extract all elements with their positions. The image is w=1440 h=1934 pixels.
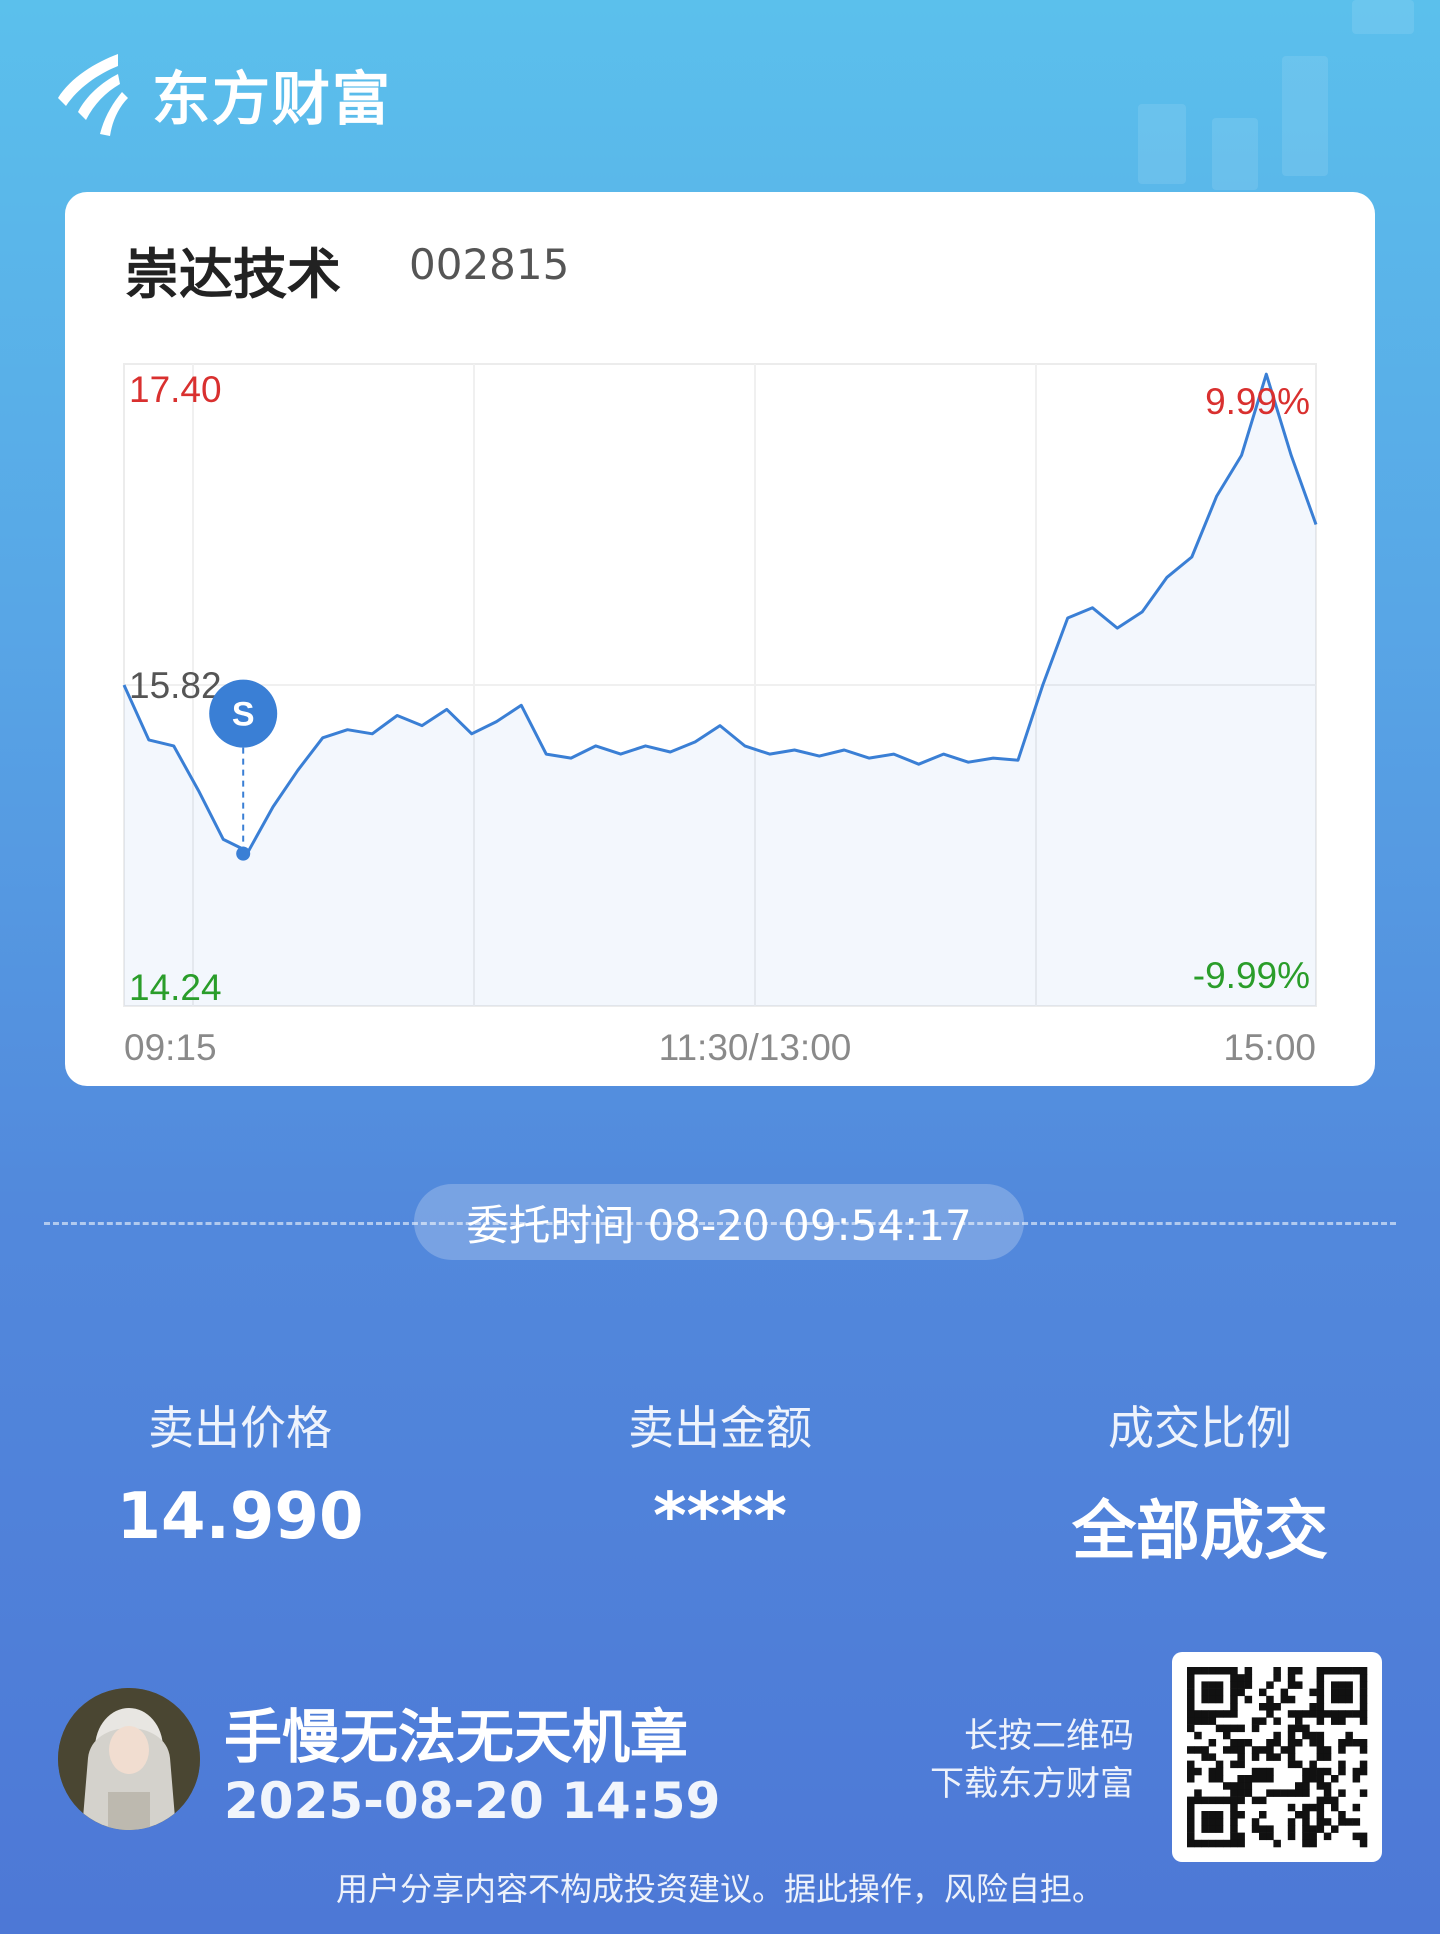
- stat-sell-price: 卖出价格 14.990: [60, 1392, 420, 1554]
- x-tick-midday: 11:30/13:00: [659, 1027, 852, 1068]
- pct-tick-bottom: -9.99%: [1193, 955, 1310, 996]
- stat-label: 卖出价格: [148, 1401, 332, 1455]
- background-candle-decoration: [1352, 0, 1414, 34]
- x-tick-close: 15:00: [1223, 1027, 1316, 1068]
- stat-value: 14.990: [116, 1480, 364, 1554]
- stat-label: 成交比例: [1108, 1401, 1292, 1455]
- x-tick-open: 09:15: [124, 1027, 217, 1068]
- order-time-badge: 委托时间 08-20 09:54:17: [414, 1184, 1024, 1260]
- pct-tick-top: 9.99%: [1205, 381, 1310, 422]
- stock-chart-card[interactable]: 崇达技术 002815 17.40 15.82 14.24 9.99% -9.9…: [65, 192, 1375, 1086]
- qr-hint: 长按二维码 下载东方财富: [930, 1712, 1134, 1808]
- stat-sell-amount: 卖出金额 ****: [540, 1392, 900, 1554]
- y-tick-top: 17.40: [129, 369, 222, 410]
- brand-header: 东方财富: [56, 52, 392, 136]
- stat-value: 全部成交: [1072, 1495, 1328, 1569]
- eastmoney-logo-icon: [58, 54, 128, 136]
- qr-hint-line: 下载东方财富: [930, 1764, 1134, 1804]
- share-timestamp: 2025-08-20 14:59: [224, 1772, 721, 1830]
- background-candle-decoration: [1212, 118, 1258, 190]
- user-avatar[interactable]: [58, 1688, 200, 1830]
- y-tick-mid: 15.82: [129, 665, 222, 706]
- sell-marker-dot: [236, 846, 251, 861]
- stat-value: ****: [653, 1480, 787, 1554]
- avatar-figure-icon: [58, 1688, 200, 1830]
- background-candle-decoration: [1138, 104, 1186, 184]
- background-candle-decoration: [1282, 56, 1328, 176]
- intraday-price-chart: 17.40 15.82 14.24 9.99% -9.99% 09:15 11:…: [122, 363, 1318, 1068]
- sell-marker-label: S: [232, 696, 255, 734]
- disclaimer-text: 用户分享内容不构成投资建议。据此操作，风险自担。: [335, 1870, 1104, 1908]
- stat-label: 卖出金额: [628, 1401, 812, 1455]
- stat-fill-ratio: 成交比例 全部成交: [1020, 1392, 1380, 1572]
- qr-code-icon: [1187, 1667, 1368, 1848]
- qr-code[interactable]: [1172, 1652, 1382, 1862]
- qr-hint-line: 长按二维码: [964, 1716, 1134, 1756]
- user-name: 手慢无法无天机章: [224, 1703, 689, 1771]
- brand-name: 东方财富: [152, 65, 393, 133]
- price-area-fill: [124, 374, 1316, 1006]
- y-tick-bottom: 14.24: [129, 967, 222, 1008]
